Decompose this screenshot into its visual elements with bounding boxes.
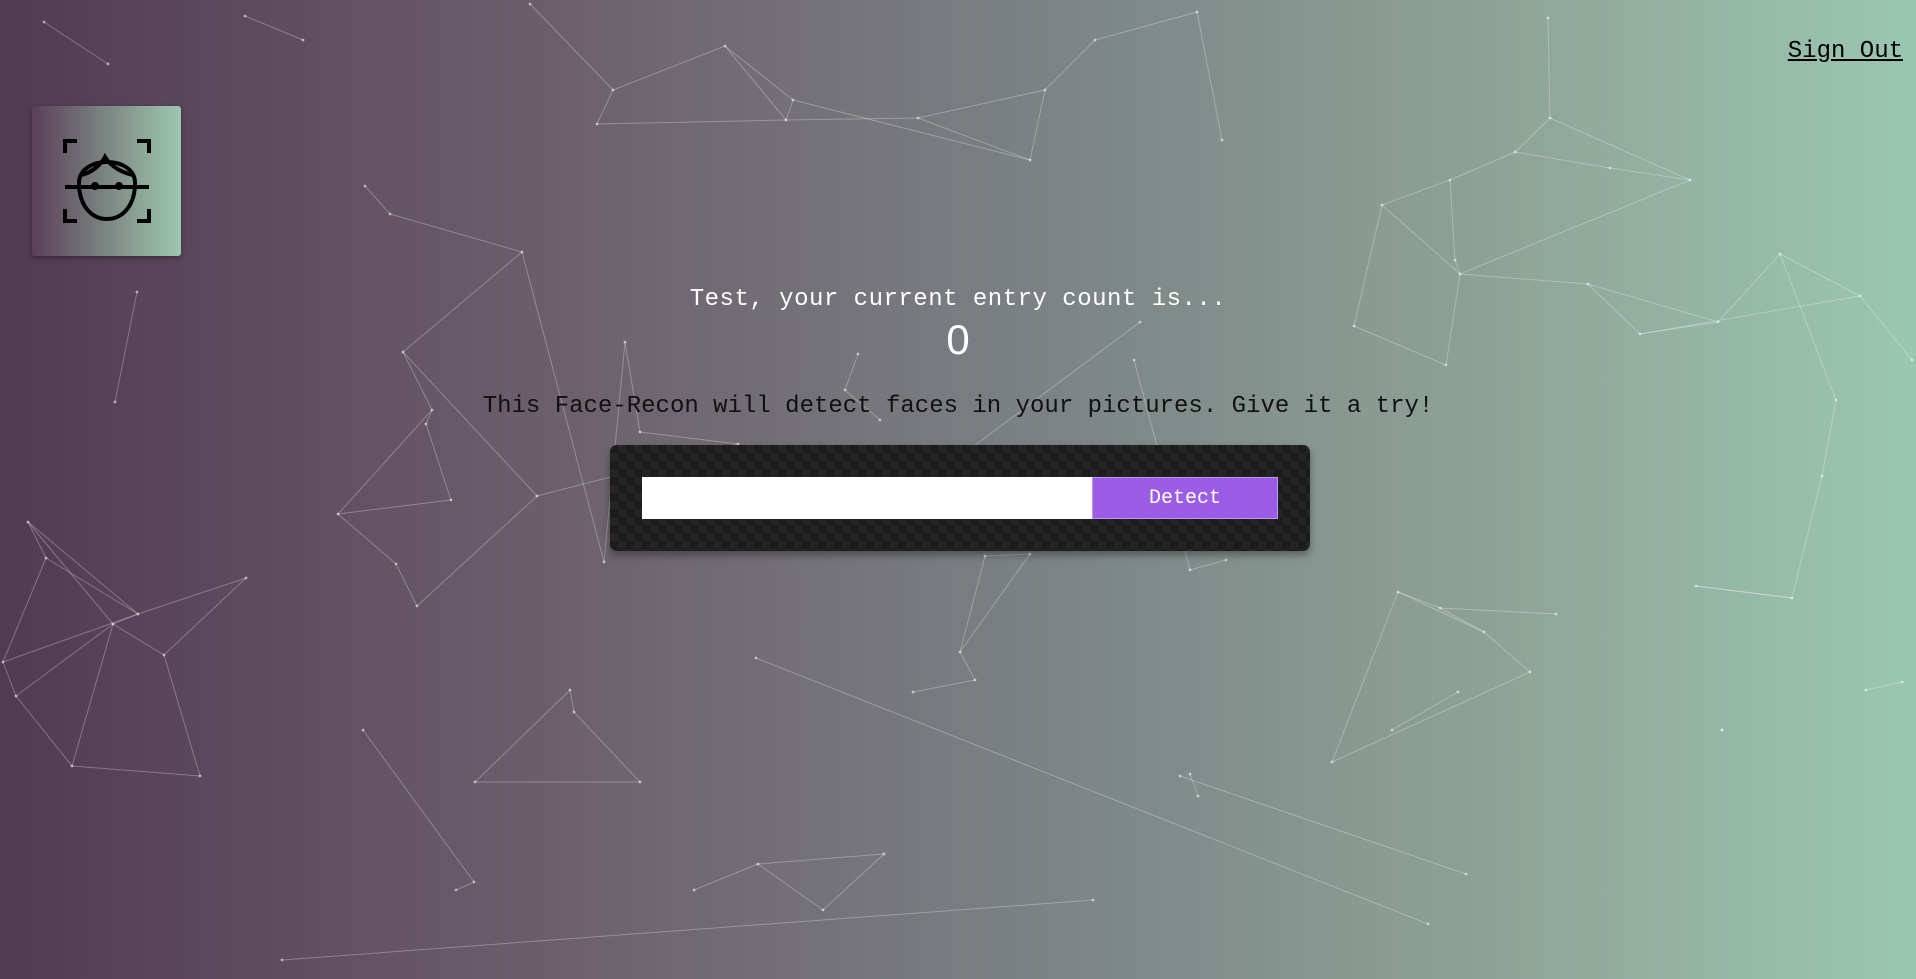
- entry-count-value: 0: [946, 316, 970, 363]
- image-url-form: Detect: [610, 445, 1310, 551]
- entry-count-greeting: Test, your current entry count is...: [689, 286, 1227, 313]
- detect-button[interactable]: Detect: [1092, 477, 1278, 519]
- face-scan-icon: [62, 139, 151, 223]
- image-url-input[interactable]: [642, 477, 1092, 519]
- logo-card: [32, 106, 181, 256]
- app-description: This Face-Recon will detect faces in you…: [482, 393, 1434, 420]
- sign-out-link[interactable]: Sign Out: [1788, 38, 1903, 65]
